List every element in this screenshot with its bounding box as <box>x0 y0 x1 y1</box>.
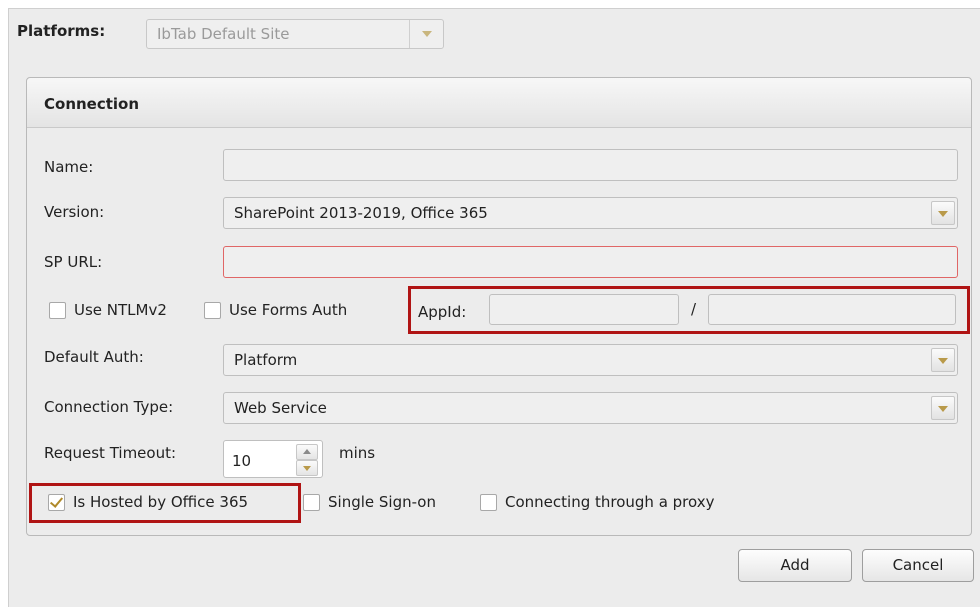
default-auth-value: Platform <box>234 351 298 369</box>
connection-type-label: Connection Type: <box>44 398 174 416</box>
connection-type-select[interactable]: Web Service <box>223 392 958 424</box>
connection-panel: Connection Name: Version: SharePoint 201… <box>26 77 972 536</box>
platforms-dropdown-button[interactable] <box>409 20 443 48</box>
chevron-down-icon <box>938 211 948 217</box>
request-timeout-label: Request Timeout: <box>44 444 177 462</box>
through-proxy-checkbox[interactable] <box>480 494 497 511</box>
version-value: SharePoint 2013-2019, Office 365 <box>234 204 488 222</box>
sp-url-input[interactable] <box>223 246 958 278</box>
version-dropdown-button[interactable] <box>931 201 955 225</box>
connection-title: Connection <box>44 95 140 113</box>
through-proxy-label: Connecting through a proxy <box>505 493 715 511</box>
single-sign-on-label: Single Sign-on <box>328 493 436 511</box>
default-auth-select[interactable]: Platform <box>223 344 958 376</box>
add-button[interactable]: Add <box>738 549 852 582</box>
appid-separator: / <box>691 300 697 318</box>
platforms-label: Platforms: <box>17 22 106 40</box>
chevron-up-icon <box>303 449 311 454</box>
connection-panel-header: Connection <box>27 78 971 128</box>
is-hosted-o365-label: Is Hosted by Office 365 <box>73 493 249 511</box>
appid-label: AppId: <box>418 303 467 321</box>
chevron-down-icon <box>422 31 432 37</box>
platforms-select[interactable]: IbTab Default Site <box>146 19 444 49</box>
spin-down-button[interactable] <box>296 460 318 476</box>
appid-input-2[interactable] <box>708 294 956 325</box>
request-timeout-value: 10 <box>232 452 252 470</box>
use-forms-auth-checkbox[interactable] <box>204 302 221 319</box>
sp-url-label: SP URL: <box>44 253 103 271</box>
request-timeout-unit: mins <box>339 444 376 462</box>
spin-up-button[interactable] <box>296 444 318 460</box>
single-sign-on-checkbox[interactable] <box>303 494 320 511</box>
platforms-selected-value: IbTab Default Site <box>157 25 290 43</box>
chevron-down-icon <box>938 406 948 412</box>
use-ntlmv2-checkbox[interactable] <box>49 302 66 319</box>
chevron-down-icon <box>303 466 311 471</box>
cancel-button[interactable]: Cancel <box>862 549 974 582</box>
use-forms-auth-label: Use Forms Auth <box>229 301 348 319</box>
connection-type-value: Web Service <box>234 399 327 417</box>
version-select[interactable]: SharePoint 2013-2019, Office 365 <box>223 197 958 229</box>
default-auth-label: Default Auth: <box>44 348 144 366</box>
version-label: Version: <box>44 203 105 221</box>
is-hosted-o365-checkbox[interactable] <box>48 494 65 511</box>
connection-type-dropdown-button[interactable] <box>931 396 955 420</box>
default-auth-dropdown-button[interactable] <box>931 348 955 372</box>
name-input[interactable] <box>223 149 958 181</box>
chevron-down-icon <box>938 358 948 364</box>
name-label: Name: <box>44 158 94 176</box>
request-timeout-spinner[interactable]: 10 <box>223 440 323 478</box>
use-ntlmv2-label: Use NTLMv2 <box>74 301 167 319</box>
appid-input-1[interactable] <box>489 294 679 325</box>
